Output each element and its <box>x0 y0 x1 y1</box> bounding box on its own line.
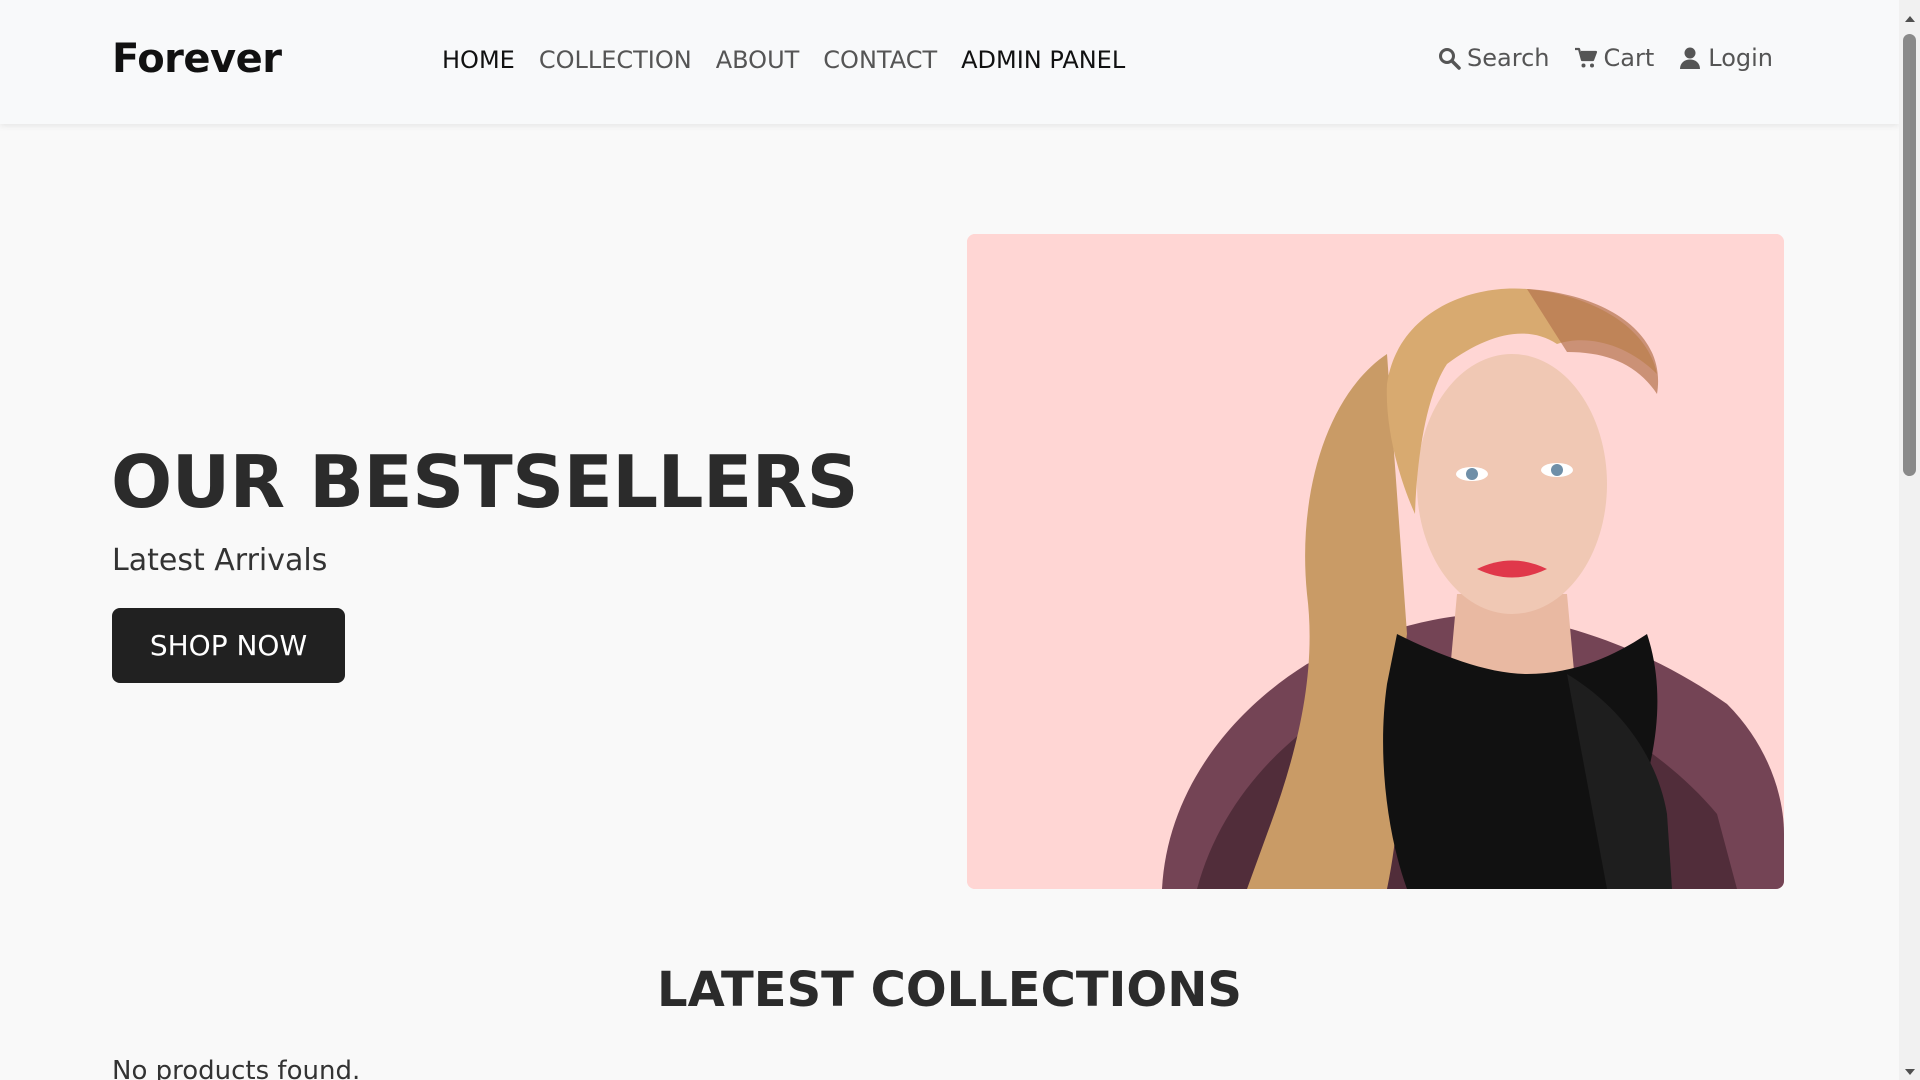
search-button[interactable]: Search <box>1437 44 1550 72</box>
search-label: Search <box>1467 44 1550 72</box>
nav-link-admin-panel[interactable]: ADMIN PANEL <box>961 46 1125 74</box>
cart-icon <box>1574 47 1597 68</box>
user-icon <box>1680 47 1701 69</box>
nav-link-contact[interactable]: CONTACT <box>823 46 937 74</box>
scroll-up-arrow-icon[interactable] <box>1899 10 1920 27</box>
model-illustration <box>967 234 1784 889</box>
hero-title: OUR BESTSELLERS <box>111 440 859 524</box>
top-navbar: Forever HOME COLLECTION ABOUT CONTACT AD… <box>0 0 1899 124</box>
brand-logo[interactable]: Forever <box>112 36 282 82</box>
nav-link-about[interactable]: ABOUT <box>716 46 800 74</box>
scrollbar-thumb[interactable] <box>1903 34 1916 476</box>
login-label: Login <box>1708 44 1773 72</box>
latest-collections-title: LATEST COLLECTIONS <box>657 962 1242 1018</box>
nav-link-collection[interactable]: COLLECTION <box>539 46 692 74</box>
no-products-message: No products found. <box>112 1056 361 1080</box>
page-scrollbar[interactable] <box>1899 0 1920 1080</box>
scroll-down-arrow-icon[interactable] <box>1899 1063 1920 1080</box>
cart-label: Cart <box>1603 44 1655 72</box>
shop-now-button[interactable]: SHOP NOW <box>112 608 345 683</box>
page: Forever HOME COLLECTION ABOUT CONTACT AD… <box>0 0 1899 1080</box>
main-nav: HOME COLLECTION ABOUT CONTACT ADMIN PANE… <box>442 46 1125 74</box>
login-button[interactable]: Login <box>1678 44 1773 72</box>
hero-subtitle: Latest Arrivals <box>112 543 328 578</box>
search-icon <box>1439 48 1461 70</box>
cart-button[interactable]: Cart <box>1574 44 1655 72</box>
hero-image <box>967 234 1784 889</box>
nav-link-home[interactable]: HOME <box>442 46 515 74</box>
nav-actions: Search Cart Login <box>1437 44 1773 72</box>
